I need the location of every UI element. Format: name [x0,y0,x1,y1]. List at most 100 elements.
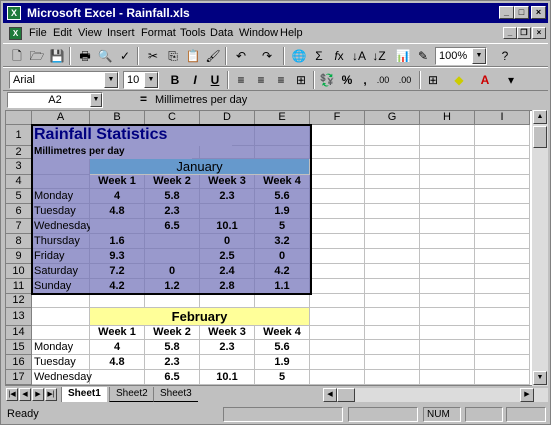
day-label[interactable]: Saturday [32,264,90,279]
scroll-right-icon[interactable]: ▶ [520,388,534,402]
grid-cell[interactable] [420,125,475,146]
document-icon[interactable]: X [9,27,22,40]
grid-cell[interactable] [475,234,530,249]
data-cell[interactable]: 1.6 [90,234,145,249]
italic-button[interactable]: I [185,71,205,89]
data-cell[interactable]: 7.2 [90,264,145,279]
data-cell[interactable]: 1.2 [145,279,200,294]
font-select[interactable]: Arial ▼ [9,71,119,89]
row-header-11[interactable]: 11 [6,279,32,294]
sheet-tab-sheet3[interactable]: Sheet3 [153,387,198,402]
grid-cell[interactable] [365,125,420,146]
menu-data[interactable]: Data [210,27,233,39]
grid-cell[interactable] [310,204,365,219]
grid-cell[interactable] [365,279,420,294]
data-cell[interactable] [90,219,145,234]
month-header-february[interactable]: February [90,308,310,326]
align-left-icon[interactable]: ≡ [231,71,251,89]
paste-icon[interactable]: 📋 [183,47,203,65]
week-header[interactable]: Week 4 [255,326,310,340]
sort-ascending-icon[interactable]: ↓A [349,47,369,65]
data-cell[interactable]: 4.8 [90,355,145,370]
data-cell[interactable]: 2.3 [200,340,255,355]
grid-cell[interactable] [310,159,365,175]
sheet-tab-sheet2[interactable]: Sheet2 [109,387,154,402]
data-cell[interactable]: 10.1 [200,370,255,385]
grid-cell[interactable] [475,279,530,294]
grid-cell[interactable] [475,175,530,189]
grid-cell[interactable] [365,249,420,264]
grid-cell[interactable] [32,294,90,308]
grid-cell[interactable] [365,175,420,189]
data-cell[interactable]: 4.8 [90,204,145,219]
underline-button[interactable]: U [205,71,225,89]
day-label[interactable]: Friday [32,249,90,264]
data-cell[interactable]: 10.1 [200,219,255,234]
grid-cell[interactable] [365,308,420,326]
week-header[interactable]: Week 1 [90,175,145,189]
data-cell[interactable]: 0 [145,264,200,279]
font-size-select[interactable]: 10 ▼ [123,71,159,89]
sheet-subtitle[interactable]: Millimetres per day [32,146,192,159]
row-header-7[interactable]: 7 [6,219,32,234]
day-label[interactable]: Monday [32,340,90,355]
grid-cell[interactable] [365,234,420,249]
grid-cell[interactable] [420,326,475,340]
data-cell[interactable]: 1.1 [255,279,310,294]
column-header-d[interactable]: D [200,111,255,125]
column-header-g[interactable]: G [365,111,420,125]
chevron-down-icon[interactable]: ▼ [472,48,486,64]
sort-descending-icon[interactable]: ↓Z [369,47,389,65]
next-sheet-icon[interactable]: ▶ [32,388,44,401]
grid-cell[interactable] [475,146,530,159]
grid-cell[interactable] [365,219,420,234]
menu-insert[interactable]: Insert [107,27,135,39]
row-header-6[interactable]: 6 [6,204,32,219]
table-cell[interactable] [32,159,90,175]
row-header-17[interactable]: 17 [6,370,32,385]
minimize-button[interactable]: _ [499,6,514,19]
copy-icon[interactable]: ⎘ [163,47,183,65]
grid-cell[interactable] [310,279,365,294]
row-header-14[interactable]: 14 [6,326,32,340]
function-icon[interactable]: fx [329,47,349,65]
row-header-15[interactable]: 15 [6,340,32,355]
row-header-13[interactable]: 13 [6,308,32,326]
new-icon[interactable]: 🗋 [7,47,27,65]
drawing-icon[interactable]: ✎ [413,47,433,65]
open-icon[interactable]: 🗁 [27,47,47,65]
grid-cell[interactable] [420,159,475,175]
day-label[interactable]: Wednesday [32,370,92,385]
data-cell[interactable] [145,234,200,249]
grid-cell[interactable] [310,340,365,355]
first-sheet-icon[interactable]: |◀ [6,388,18,401]
row-header-1[interactable]: 1 [6,125,32,146]
table-cell[interactable] [32,175,90,189]
day-label[interactable]: Wednesday [32,219,92,234]
week-header[interactable]: Week 2 [145,326,200,340]
percent-button[interactable]: % [337,71,357,89]
bold-button[interactable]: B [165,71,185,89]
grid-cell[interactable] [420,219,475,234]
data-cell[interactable]: 5 [255,370,310,385]
row-header-4[interactable]: 4 [6,175,32,189]
menu-edit[interactable]: Edit [53,27,72,39]
row-header-2[interactable]: 2 [6,146,32,159]
grid-cell[interactable] [420,234,475,249]
table-cell[interactable] [255,125,310,146]
week-header[interactable]: Week 3 [200,175,255,189]
data-cell[interactable]: 0 [200,234,255,249]
day-label[interactable]: Monday [32,189,90,204]
grid-cell[interactable] [310,189,365,204]
sheet-tab-sheet1[interactable]: Sheet1 [61,387,107,402]
grid-cell[interactable] [420,175,475,189]
undo-icon[interactable]: ↶ [231,47,251,65]
data-cell[interactable]: 4.2 [90,279,145,294]
increase-decimal-button[interactable]: .00 [373,71,393,89]
data-cell[interactable]: 5.8 [145,340,200,355]
data-cell[interactable]: 2.3 [145,204,200,219]
redo-icon[interactable]: ↷ [257,47,277,65]
grid-cell[interactable] [420,249,475,264]
grid-cell[interactable] [475,264,530,279]
align-center-icon[interactable]: ≡ [251,71,271,89]
